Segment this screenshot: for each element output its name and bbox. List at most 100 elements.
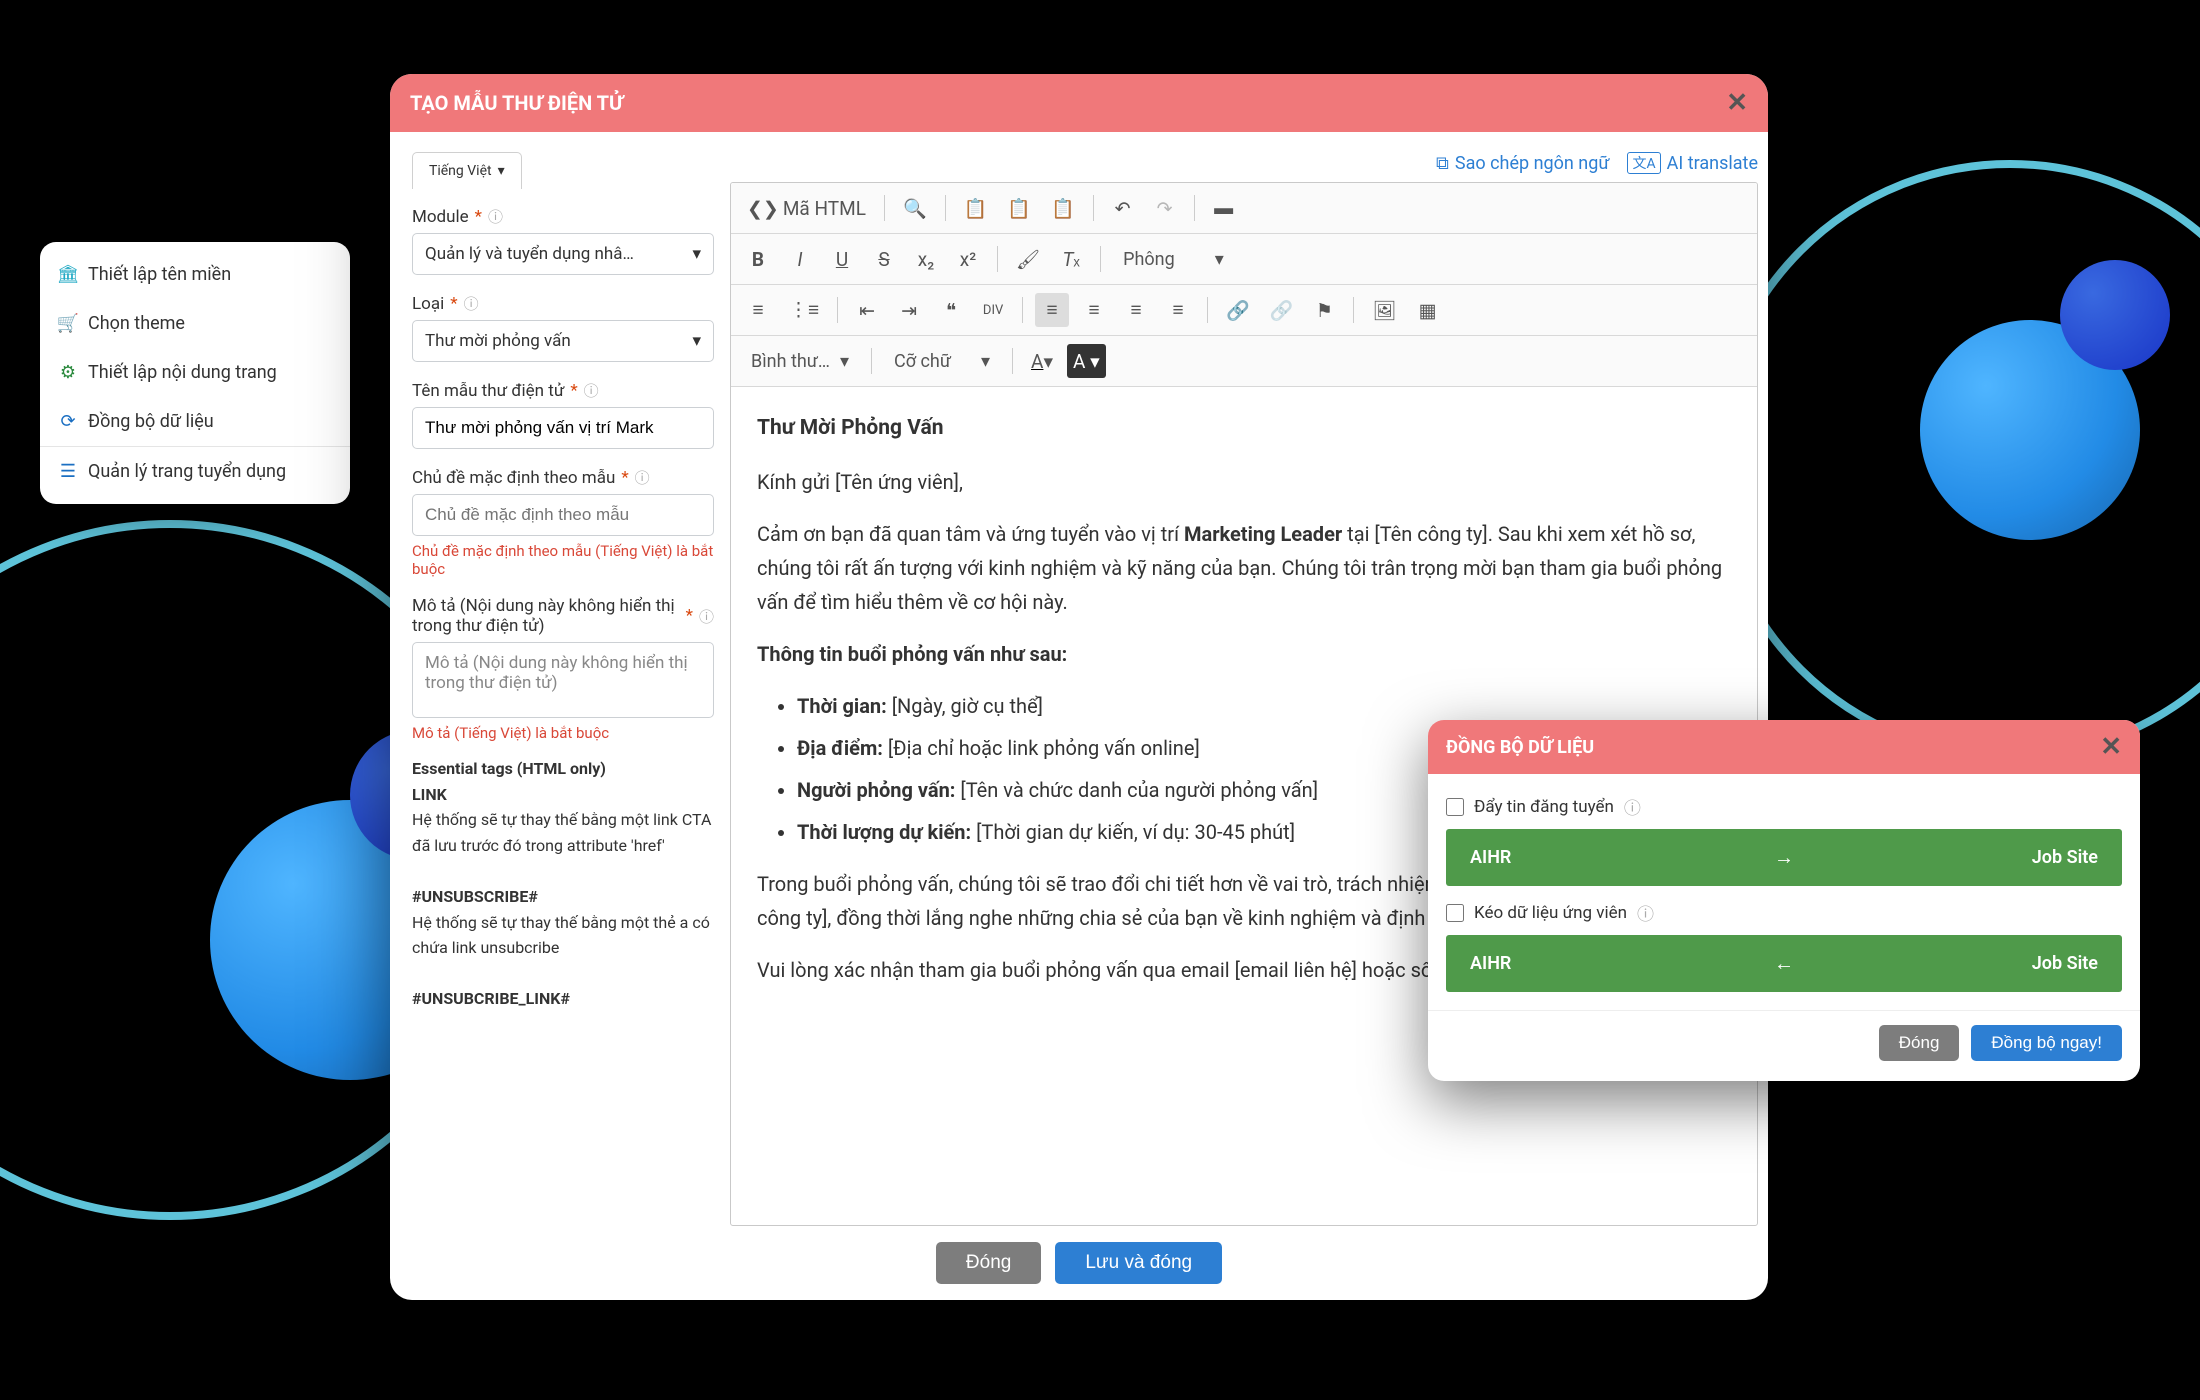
modal-title: TẠO MẪU THƯ ĐIỆN TỬ <box>410 91 623 115</box>
link-icon[interactable]: 🔗 <box>1220 293 1256 327</box>
info-icon: ⓘ <box>488 206 503 227</box>
select-module[interactable]: Quản lý và tuyển dụng nhâ…▾ <box>412 233 714 275</box>
input-default-subject[interactable] <box>412 494 714 536</box>
close-icon[interactable]: ✕ <box>1726 88 1748 118</box>
ai-translate-link[interactable]: 文AAI translate <box>1627 152 1758 174</box>
info-icon: ⓘ <box>635 467 650 488</box>
push-checkbox[interactable] <box>1446 798 1464 816</box>
textarea-description[interactable]: Mô tả (Nội dung này không hiển thị trong… <box>412 642 714 718</box>
caret-down-icon: ▾ <box>692 244 701 264</box>
email-template-modal: TẠO MẪU THƯ ĐIỆN TỬ ✕ Tiếng Việt ▾ Modul… <box>390 74 1768 1300</box>
nav-label: Thiết lập tên miền <box>88 264 231 285</box>
redo-icon[interactable]: ↷ <box>1148 191 1182 225</box>
align-right-icon[interactable]: ≡ <box>1119 293 1153 327</box>
separator <box>1100 246 1101 272</box>
copy-language-link[interactable]: ⧉Sao chép ngôn ngữ <box>1436 152 1609 174</box>
sync-right: Job Site <box>1938 847 2098 868</box>
paste-word-icon[interactable]: 📋 <box>1045 191 1081 225</box>
close-button[interactable]: Đóng <box>1879 1025 1960 1061</box>
unlink-icon[interactable]: 🔗 <box>1264 293 1300 327</box>
clear-format-icon[interactable]: Tₓ <box>1054 242 1088 276</box>
align-center-icon[interactable]: ≡ <box>1077 293 1111 327</box>
select-type[interactable]: Thư mời phỏng vấn ▾ <box>412 320 714 362</box>
info-icon: ⓘ <box>1637 900 1654 925</box>
font-dropdown[interactable]: Phông ▾ <box>1113 242 1234 276</box>
input-template-name[interactable] <box>412 407 714 449</box>
separator <box>1194 195 1195 221</box>
select-value: Thư mời phỏng vấn <box>425 331 571 351</box>
close-icon[interactable]: ✕ <box>2100 732 2122 762</box>
nav-manage-page[interactable]: ☰ Quản lý trang tuyển dụng <box>40 447 350 496</box>
content-info-title: Thông tin buổi phỏng vấn như sau: <box>757 637 1731 671</box>
error-subject: Chủ đề mặc định theo mẫu (Tiếng Việt) là… <box>412 542 714 578</box>
nav-choose-theme[interactable]: 🛒 Chọn theme <box>40 299 350 348</box>
error-description: Mô tả (Tiếng Việt) là bắt buộc <box>412 724 714 742</box>
sync-now-button[interactable]: Đồng bộ ngay! <box>1971 1025 2122 1061</box>
close-button[interactable]: Đóng <box>936 1242 1041 1284</box>
label-module: Module*ⓘ <box>412 206 714 227</box>
pull-checkbox[interactable] <box>1446 904 1464 922</box>
info-icon: ⓘ <box>584 380 599 401</box>
preview-icon[interactable]: 🔍 <box>897 191 933 225</box>
div-icon[interactable]: DIV <box>976 293 1010 327</box>
blockquote-icon[interactable]: ❝ <box>934 293 968 327</box>
separator <box>997 246 998 272</box>
info-icon: ⓘ <box>699 606 714 627</box>
copy-icon: ⧉ <box>1436 153 1449 174</box>
separator <box>837 297 838 323</box>
bullet-list-icon[interactable]: ⋮≡ <box>783 293 825 327</box>
modal-header: ĐỒNG BỘ DỮ LIỆU ✕ <box>1428 720 2140 774</box>
tag-unsubscribe: #UNSUBSCRIBE# <box>412 887 538 906</box>
anchor-icon[interactable]: ⚑ <box>1307 293 1341 327</box>
gears-icon: ⚙ <box>58 362 78 383</box>
language-tab[interactable]: Tiếng Việt ▾ <box>412 152 522 189</box>
separator <box>1012 348 1013 374</box>
separator <box>945 195 946 221</box>
paste-icon[interactable]: 📋 <box>958 191 994 225</box>
nav-domain-setup[interactable]: 🏛 Thiết lập tên miền <box>40 250 350 299</box>
modal-title: ĐỒNG BỘ DỮ LIỆU <box>1446 737 1594 758</box>
underline-icon[interactable]: U <box>825 242 859 276</box>
bold-icon[interactable]: B <box>741 242 775 276</box>
separator <box>884 195 885 221</box>
form-panel: Tiếng Việt ▾ Module*ⓘ Quản lý và tuyển d… <box>412 152 714 1226</box>
sync-left: AIHR <box>1470 847 1630 868</box>
numbered-list-icon[interactable]: ≡ <box>741 293 775 327</box>
strike-icon[interactable]: S <box>867 242 901 276</box>
label-type: Loại*ⓘ <box>412 293 714 314</box>
caret-down-icon: ▾ <box>498 163 505 179</box>
essential-tags-section: Essential tags (HTML only) LINK Hệ thống… <box>412 756 714 1012</box>
superscript-icon[interactable]: x² <box>951 242 985 276</box>
italic-icon[interactable]: I <box>783 242 817 276</box>
editor-toolbar-row3: ≡ ⋮≡ ⇤ ⇥ ❝ DIV ≡ ≡ ≡ ≡ 🔗 🔗 ⚑ <box>731 285 1757 336</box>
arrow-left-icon: ← <box>1630 951 1938 976</box>
list-item: Thời gian: [Ngày, giờ cụ thể] <box>797 689 1731 723</box>
bg-color-icon[interactable]: A ▾ <box>1067 344 1106 378</box>
table-icon[interactable]: ▦ <box>1411 293 1445 327</box>
essential-tags-title: Essential tags (HTML only) <box>412 759 606 778</box>
paragraph-dropdown[interactable]: Bình thư… ▾ <box>741 344 859 378</box>
align-justify-icon[interactable]: ≡ <box>1161 293 1195 327</box>
translate-icon: 文A <box>1627 152 1660 174</box>
save-close-button[interactable]: Lưu và đóng <box>1055 1242 1222 1284</box>
caret-down-icon: ▾ <box>692 331 701 351</box>
nav-content-setup[interactable]: ⚙ Thiết lập nội dung trang <box>40 348 350 397</box>
size-dropdown[interactable]: Cỡ chữ ▾ <box>884 344 1000 378</box>
remove-format-icon[interactable]: 🖌 <box>1010 242 1046 276</box>
subscript-icon[interactable]: x₂ <box>909 242 943 276</box>
editor-toolbar-row4: Bình thư… ▾ Cỡ chữ ▾ A ▾ A ▾ <box>731 336 1757 387</box>
image-icon[interactable]: 🖼 <box>1366 293 1402 327</box>
side-navigation: 🏛 Thiết lập tên miền 🛒 Chọn theme ⚙ Thiế… <box>40 242 350 504</box>
align-left-icon[interactable]: ≡ <box>1035 293 1069 327</box>
nav-label: Quản lý trang tuyển dụng <box>88 461 286 482</box>
outdent-icon[interactable]: ⇤ <box>850 293 884 327</box>
paste-text-icon[interactable]: 📋 <box>1001 191 1037 225</box>
nav-sync-data[interactable]: ⟳ Đồng bộ dữ liệu <box>40 397 350 446</box>
indent-icon[interactable]: ⇥ <box>892 293 926 327</box>
source-button[interactable]: ❮❯ Mã HTML <box>741 191 872 225</box>
tag-link-desc: Hệ thống sẽ tự thay thế bằng một link CT… <box>412 810 711 855</box>
placeholder-icon[interactable]: ▬ <box>1207 191 1241 225</box>
arrow-right-icon: → <box>1630 845 1938 870</box>
undo-icon[interactable]: ↶ <box>1106 191 1140 225</box>
text-color-icon[interactable]: A ▾ <box>1025 344 1059 378</box>
